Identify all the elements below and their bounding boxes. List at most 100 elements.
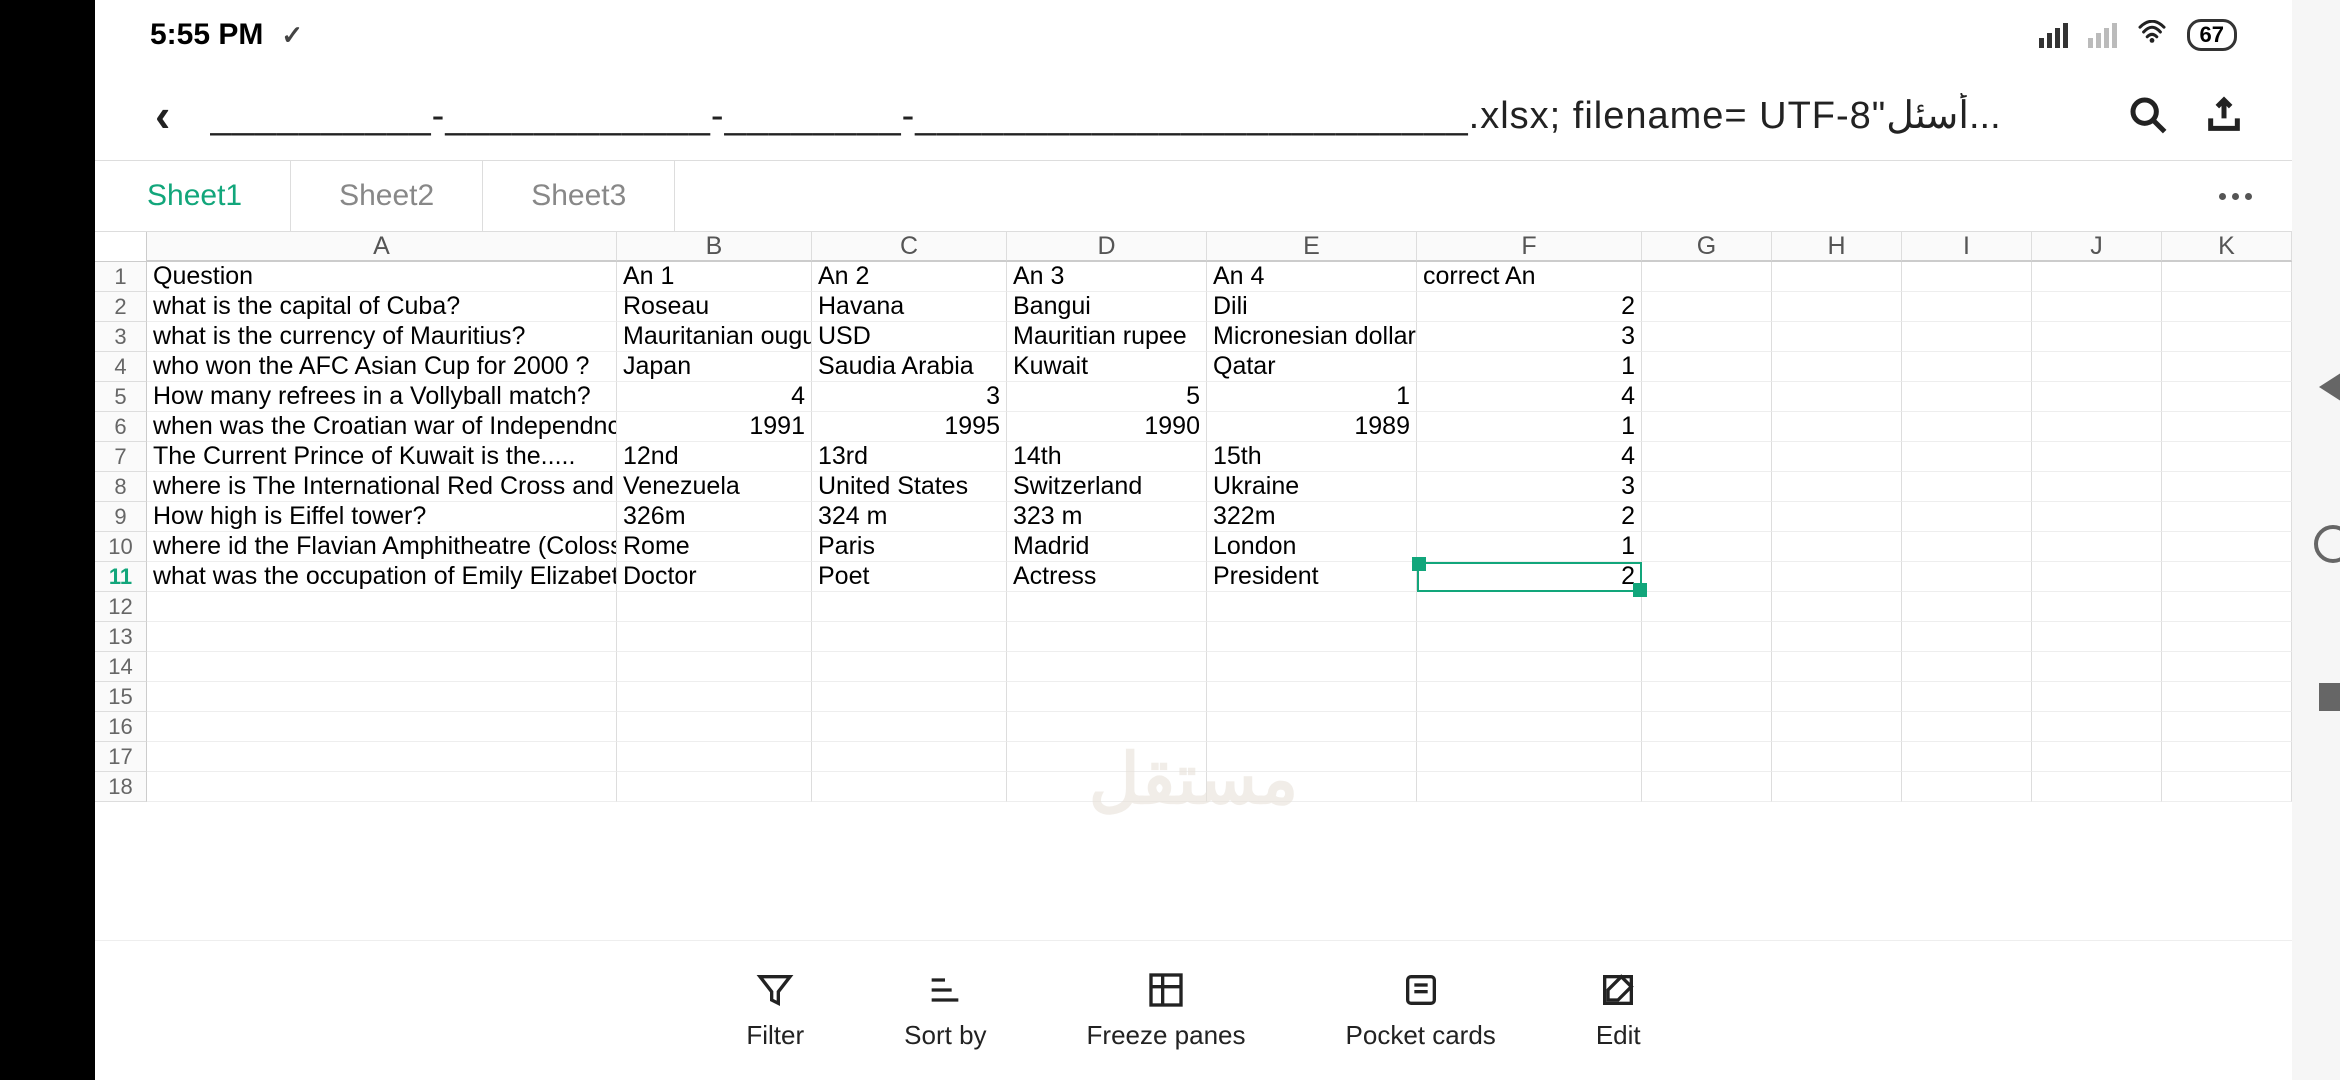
cell-F6[interactable]: 1	[1417, 412, 1642, 442]
cell-D15[interactable]	[1007, 682, 1207, 712]
row-header[interactable]: 16	[95, 712, 147, 742]
row-header[interactable]: 1	[95, 262, 147, 292]
nav-back-icon[interactable]	[2319, 369, 2340, 405]
cell-E5[interactable]: 1	[1207, 382, 1417, 412]
cell-B9[interactable]: 326m	[617, 502, 812, 532]
cell-C9[interactable]: 324 m	[812, 502, 1007, 532]
cell-J5[interactable]	[2032, 382, 2162, 412]
cell-H13[interactable]	[1772, 622, 1902, 652]
col-header-I[interactable]: I	[1902, 232, 2032, 261]
col-header-B[interactable]: B	[617, 232, 812, 261]
cell-C3[interactable]: USD	[812, 322, 1007, 352]
cell-A15[interactable]	[147, 682, 617, 712]
cell-A6[interactable]: when was the Croatian war of Independnce…	[147, 412, 617, 442]
cell-C16[interactable]	[812, 712, 1007, 742]
cell-F13[interactable]	[1417, 622, 1642, 652]
cell-B15[interactable]	[617, 682, 812, 712]
cell-K16[interactable]	[2162, 712, 2292, 742]
cell-I14[interactable]	[1902, 652, 2032, 682]
cell-D13[interactable]	[1007, 622, 1207, 652]
cell-B8[interactable]: Venezuela	[617, 472, 812, 502]
cell-K11[interactable]	[2162, 562, 2292, 592]
row-header[interactable]: 15	[95, 682, 147, 712]
cell-B17[interactable]	[617, 742, 812, 772]
cell-E17[interactable]	[1207, 742, 1417, 772]
cell-K18[interactable]	[2162, 772, 2292, 802]
filter-button[interactable]: Filter	[746, 970, 804, 1051]
cell-C6[interactable]: 1995	[812, 412, 1007, 442]
cell-I10[interactable]	[1902, 532, 2032, 562]
freeze-panes-button[interactable]: Freeze panes	[1087, 970, 1246, 1051]
cell-B10[interactable]: Rome	[617, 532, 812, 562]
cell-I3[interactable]	[1902, 322, 2032, 352]
cell-A2[interactable]: what is the capital of Cuba?	[147, 292, 617, 322]
cell-E2[interactable]: Dili	[1207, 292, 1417, 322]
cell-H10[interactable]	[1772, 532, 1902, 562]
cell-D11[interactable]: Actress	[1007, 562, 1207, 592]
cell-C13[interactable]	[812, 622, 1007, 652]
cell-J9[interactable]	[2032, 502, 2162, 532]
cell-E15[interactable]	[1207, 682, 1417, 712]
spreadsheet-grid[interactable]: مستقل ABCDEFGHIJK1QuestionAn 1An 2An 3An…	[95, 232, 2292, 940]
cell-G18[interactable]	[1642, 772, 1772, 802]
cell-B13[interactable]	[617, 622, 812, 652]
col-header-C[interactable]: C	[812, 232, 1007, 261]
cell-A13[interactable]	[147, 622, 617, 652]
cell-J3[interactable]	[2032, 322, 2162, 352]
cell-D2[interactable]: Bangui	[1007, 292, 1207, 322]
cell-F15[interactable]	[1417, 682, 1642, 712]
cell-D9[interactable]: 323 m	[1007, 502, 1207, 532]
cell-E4[interactable]: Qatar	[1207, 352, 1417, 382]
cell-J7[interactable]	[2032, 442, 2162, 472]
cell-A5[interactable]: How many refrees in a Vollyball match?	[147, 382, 617, 412]
cell-H4[interactable]	[1772, 352, 1902, 382]
cell-F2[interactable]: 2	[1417, 292, 1642, 322]
cell-K4[interactable]	[2162, 352, 2292, 382]
cell-E10[interactable]: London	[1207, 532, 1417, 562]
cell-K9[interactable]	[2162, 502, 2292, 532]
cell-J1[interactable]	[2032, 262, 2162, 292]
cell-B5[interactable]: 4	[617, 382, 812, 412]
row-header[interactable]: 9	[95, 502, 147, 532]
cell-C10[interactable]: Paris	[812, 532, 1007, 562]
cell-B2[interactable]: Roseau	[617, 292, 812, 322]
cell-B1[interactable]: An 1	[617, 262, 812, 292]
cell-J2[interactable]	[2032, 292, 2162, 322]
cell-G14[interactable]	[1642, 652, 1772, 682]
cell-B14[interactable]	[617, 652, 812, 682]
col-header-H[interactable]: H	[1772, 232, 1902, 261]
cell-E1[interactable]: An 4	[1207, 262, 1417, 292]
row-header[interactable]: 6	[95, 412, 147, 442]
cell-H2[interactable]	[1772, 292, 1902, 322]
cell-H1[interactable]	[1772, 262, 1902, 292]
cell-J17[interactable]	[2032, 742, 2162, 772]
cell-F14[interactable]	[1417, 652, 1642, 682]
cell-B16[interactable]	[617, 712, 812, 742]
cell-I15[interactable]	[1902, 682, 2032, 712]
cell-D3[interactable]: Mauritian rupee	[1007, 322, 1207, 352]
cell-G5[interactable]	[1642, 382, 1772, 412]
cell-J15[interactable]	[2032, 682, 2162, 712]
cell-E9[interactable]: 322m	[1207, 502, 1417, 532]
cell-F1[interactable]: correct An	[1417, 262, 1642, 292]
cell-F12[interactable]	[1417, 592, 1642, 622]
col-header-G[interactable]: G	[1642, 232, 1772, 261]
cell-E6[interactable]: 1989	[1207, 412, 1417, 442]
cell-C4[interactable]: Saudia Arabia	[812, 352, 1007, 382]
cell-E14[interactable]	[1207, 652, 1417, 682]
cell-H16[interactable]	[1772, 712, 1902, 742]
cell-H7[interactable]	[1772, 442, 1902, 472]
cell-A17[interactable]	[147, 742, 617, 772]
cell-B4[interactable]: Japan	[617, 352, 812, 382]
col-header-F[interactable]: F	[1417, 232, 1642, 261]
cell-J10[interactable]	[2032, 532, 2162, 562]
cell-C18[interactable]	[812, 772, 1007, 802]
cell-K13[interactable]	[2162, 622, 2292, 652]
cell-F3[interactable]: 3	[1417, 322, 1642, 352]
cell-H12[interactable]	[1772, 592, 1902, 622]
cell-F9[interactable]: 2	[1417, 502, 1642, 532]
cell-A16[interactable]	[147, 712, 617, 742]
col-header-A[interactable]: A	[147, 232, 617, 261]
row-header[interactable]: 10	[95, 532, 147, 562]
cell-F7[interactable]: 4	[1417, 442, 1642, 472]
